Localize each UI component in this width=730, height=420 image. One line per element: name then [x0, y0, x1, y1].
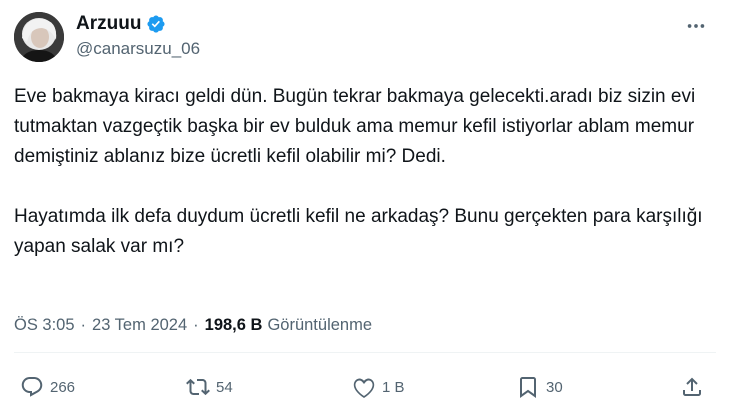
author-display-name[interactable]: Arzuuu	[76, 13, 141, 35]
bookmark-count: 30	[546, 378, 563, 396]
author-handle[interactable]: @canarsuzu_06	[76, 39, 200, 59]
verified-badge-icon	[146, 14, 166, 34]
divider	[14, 352, 716, 353]
tweet-text: Eve bakmaya kiracı geldi dün. Bugün tekr…	[14, 82, 714, 262]
bookmark-icon	[520, 377, 536, 398]
views-count: 198,6 B	[204, 316, 263, 334]
reply-count: 266	[50, 378, 76, 396]
tweet-card: Arzuuu @canarsuzu_06 Eve bakmaya kiracı …	[0, 0, 730, 420]
more-icon	[687, 24, 705, 28]
reply-button[interactable]: 266	[20, 372, 75, 402]
more-options-button[interactable]	[684, 14, 708, 38]
heart-icon	[353, 378, 375, 398]
author-block: Arzuuu @canarsuzu_06	[76, 12, 200, 59]
tweet-time[interactable]: ÖS 3:05	[14, 316, 75, 335]
share-icon	[683, 377, 701, 396]
retweet-count: 54	[216, 378, 233, 396]
tweet-date[interactable]: 23 Tem 2024	[92, 316, 187, 335]
retweet-button[interactable]: 54	[186, 372, 233, 402]
tweet-meta: ÖS 3:05 · 23 Tem 2024 · 198,6 B Görüntül…	[14, 316, 372, 335]
retweet-icon	[186, 378, 210, 396]
reply-icon	[21, 377, 43, 397]
action-bar: 266 54 1 B 30	[0, 372, 730, 402]
meta-separator: ·	[193, 316, 199, 334]
views-label: Görüntülenme	[267, 316, 373, 334]
like-count: 1 B	[382, 378, 405, 396]
meta-separator: ·	[80, 316, 87, 334]
bookmark-button[interactable]: 30	[516, 372, 563, 402]
share-button[interactable]	[680, 372, 704, 402]
tweet-paragraph: Eve bakmaya kiracı geldi dün. Bugün tekr…	[14, 86, 696, 167]
avatar-image	[14, 12, 64, 62]
avatar[interactable]	[14, 12, 64, 62]
like-button[interactable]: 1 B	[352, 372, 405, 402]
tweet-paragraph: Hayatımda ilk defa duydum ücretli kefil …	[14, 206, 703, 257]
